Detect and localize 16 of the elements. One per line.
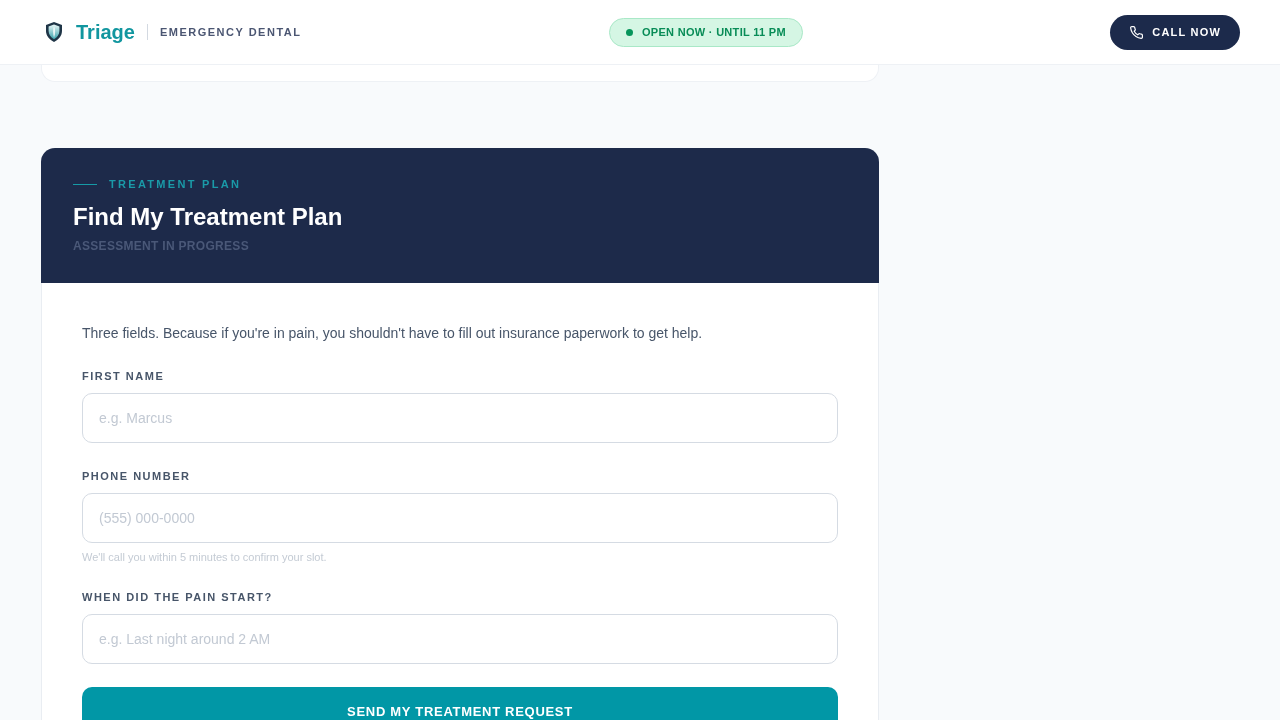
input-field[interactable]: (555) 000-0000 [82,493,838,543]
shield-icon [46,22,62,42]
call-button[interactable]: CALL NOW [1110,14,1240,50]
submit-button[interactable]: SEND MY TREATMENT REQUEST [82,687,838,720]
input-field[interactable]: e.g. Marcus [82,393,838,443]
intro-text: Three fields. Because if you're in pain, you shouldn't have to fill out insurance paperwork to get help. [82,324,704,343]
phone-icon [1130,25,1144,39]
field-label: FIRST NAME [82,370,166,383]
field-label: PHONE NUMBER [82,470,192,483]
brand-name: Triage [76,20,135,44]
card-title: Find My Treatment Plan [73,202,344,232]
section-label: TREATMENT PLAN [109,177,242,191]
field-label: WHEN DID THE PAIN START? [82,591,274,604]
brand-tagline: EMERGENCY DENTAL [159,25,302,39]
status-text: OPEN NOW · UNTIL 11 PM [641,25,786,39]
input-field[interactable]: e.g. Last night around 2 AM [82,614,838,664]
